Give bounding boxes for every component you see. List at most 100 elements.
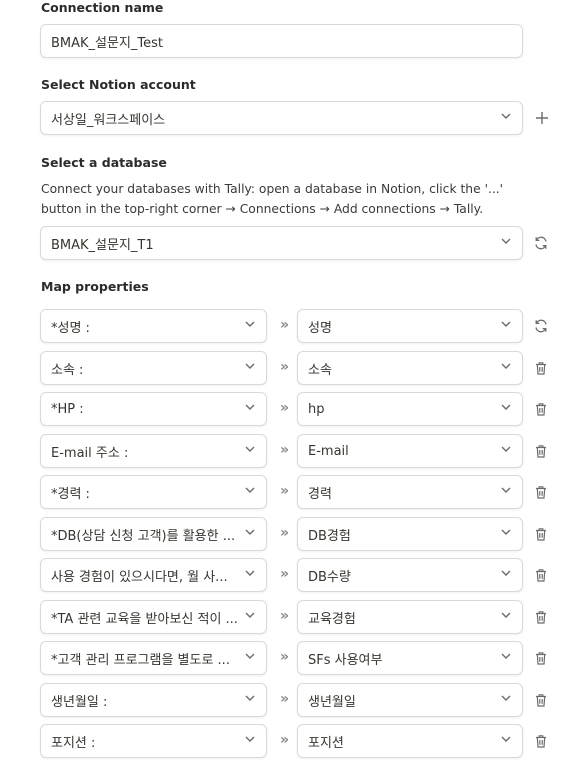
trash-icon[interactable]	[533, 360, 549, 376]
form-field-value: 사용 경험이 있으시다면, 월 사...	[51, 569, 228, 585]
chevron-down-icon	[245, 570, 255, 576]
notion-property-select[interactable]: 경력	[297, 475, 523, 509]
form-field-value: 포지션 :	[51, 735, 96, 751]
chevron-down-icon	[245, 321, 255, 327]
form-field-select[interactable]: 소속 :	[40, 351, 267, 385]
trash-icon[interactable]	[533, 650, 549, 666]
notion-property-select[interactable]: 성명	[297, 309, 523, 343]
add-account-plus-icon[interactable]	[534, 110, 550, 126]
notion-property-value: 성명	[308, 320, 332, 336]
notion-property-select[interactable]: DB경험	[297, 517, 523, 551]
chevron-down-icon	[501, 446, 511, 452]
map-properties-label: Map properties	[41, 279, 149, 294]
form-field-select[interactable]: *경력 :	[40, 475, 267, 509]
map-arrow-icon: »	[279, 732, 289, 748]
database-help-text: Connect your databases with Tally: open …	[41, 179, 521, 219]
form-field-select[interactable]: *TA 관련 교육을 받아보신 적이 ...	[40, 600, 267, 634]
chevron-down-icon	[501, 321, 511, 327]
notion-property-select[interactable]: 생년월일	[297, 683, 523, 717]
form-field-select[interactable]: *성명 :	[40, 309, 267, 343]
map-arrow-icon: »	[279, 608, 289, 624]
chevron-down-icon	[501, 238, 511, 244]
chevron-down-icon	[501, 653, 511, 659]
map-arrow-icon: »	[279, 442, 289, 458]
form-field-select[interactable]: *고객 관리 프로그램을 별도로 ...	[40, 641, 267, 675]
trash-icon[interactable]	[533, 401, 549, 417]
notion-property-select[interactable]: E-mail	[297, 434, 523, 468]
chevron-down-icon	[501, 363, 511, 369]
chevron-down-icon	[501, 736, 511, 742]
form-field-value: E-mail 주소 :	[51, 445, 129, 461]
chevron-down-icon	[245, 446, 255, 452]
trash-icon[interactable]	[533, 526, 549, 542]
refresh-database-icon[interactable]	[533, 235, 549, 251]
notion-property-value: DB수량	[308, 569, 351, 585]
form-field-value: 생년월일 :	[51, 694, 108, 710]
refresh-icon[interactable]	[533, 318, 549, 334]
form-field-select[interactable]: *HP :	[40, 392, 267, 426]
notion-property-value: 소속	[308, 362, 332, 378]
notion-property-value: 경력	[308, 486, 332, 502]
notion-property-value: 교육경험	[308, 611, 356, 627]
map-arrow-icon: »	[279, 525, 289, 541]
form-field-value: 소속 :	[51, 362, 84, 378]
trash-icon[interactable]	[533, 609, 549, 625]
trash-icon[interactable]	[533, 484, 549, 500]
connection-name-value: BMAK_설문지_Test	[51, 35, 164, 51]
notion-property-value: 포지션	[308, 735, 344, 751]
form-field-select[interactable]: E-mail 주소 :	[40, 434, 267, 468]
chevron-down-icon	[501, 695, 511, 701]
database-select[interactable]: BMAK_설문지_T1	[40, 226, 523, 260]
chevron-down-icon	[501, 487, 511, 493]
notion-property-value: DB경험	[308, 528, 351, 544]
notion-property-value: 생년월일	[308, 694, 356, 710]
chevron-down-icon	[245, 529, 255, 535]
chevron-down-icon	[245, 404, 255, 410]
connection-name-input[interactable]: BMAK_설문지_Test	[40, 24, 523, 58]
notion-property-value: SFs 사용여부	[308, 652, 383, 668]
chevron-down-icon	[245, 653, 255, 659]
trash-icon[interactable]	[533, 567, 549, 583]
map-arrow-icon: »	[279, 400, 289, 416]
chevron-down-icon	[501, 404, 511, 410]
notion-property-select[interactable]: DB수량	[297, 558, 523, 592]
form-field-select[interactable]: 생년월일 :	[40, 683, 267, 717]
chevron-down-icon	[501, 612, 511, 618]
form-field-select[interactable]: 사용 경험이 있으시다면, 월 사...	[40, 558, 267, 592]
map-arrow-icon: »	[279, 566, 289, 582]
notion-property-select[interactable]: SFs 사용여부	[297, 641, 523, 675]
map-arrow-icon: »	[279, 483, 289, 499]
database-help-line-1: Connect your databases with Tally: open …	[41, 182, 504, 196]
form-field-value: *성명 :	[51, 320, 90, 336]
map-arrow-icon: »	[279, 359, 289, 375]
notion-property-value: E-mail	[308, 443, 349, 459]
database-label: Select a database	[41, 155, 167, 170]
chevron-down-icon	[245, 363, 255, 369]
notion-property-select[interactable]: hp	[297, 392, 523, 426]
form-field-value: *HP :	[51, 401, 84, 417]
map-arrow-icon: »	[279, 691, 289, 707]
trash-icon[interactable]	[533, 733, 549, 749]
chevron-down-icon	[501, 113, 511, 119]
notion-account-value: 서상일_워크스페이스	[51, 112, 166, 128]
notion-account-select[interactable]: 서상일_워크스페이스	[40, 101, 523, 135]
chevron-down-icon	[245, 612, 255, 618]
notion-account-label: Select Notion account	[41, 77, 196, 92]
form-field-value: *경력 :	[51, 486, 90, 502]
map-arrow-icon: »	[279, 649, 289, 665]
notion-property-value: hp	[308, 401, 325, 417]
map-arrow-icon: »	[279, 317, 289, 333]
form-field-select[interactable]: 포지션 :	[40, 724, 267, 758]
notion-property-select[interactable]: 소속	[297, 351, 523, 385]
trash-icon[interactable]	[533, 692, 549, 708]
notion-property-select[interactable]: 교육경험	[297, 600, 523, 634]
trash-icon[interactable]	[533, 443, 549, 459]
form-field-select[interactable]: *DB(상담 신청 고객)를 활용한 ...	[40, 517, 267, 551]
chevron-down-icon	[245, 695, 255, 701]
form-field-value: *고객 관리 프로그램을 별도로 ...	[51, 652, 230, 668]
form-field-value: *DB(상담 신청 고객)를 활용한 ...	[51, 528, 236, 544]
notion-property-select[interactable]: 포지션	[297, 724, 523, 758]
chevron-down-icon	[245, 487, 255, 493]
chevron-down-icon	[245, 736, 255, 742]
chevron-down-icon	[501, 529, 511, 535]
